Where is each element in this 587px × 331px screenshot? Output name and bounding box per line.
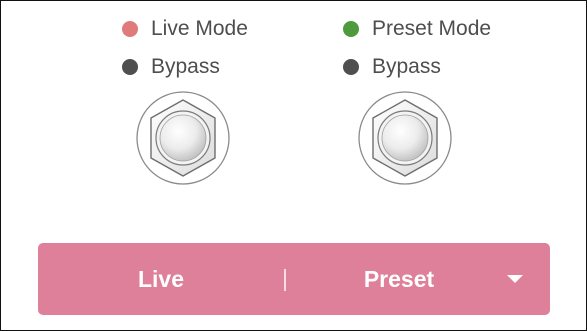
left-footswitch[interactable] xyxy=(135,90,231,186)
right-bypass-led-icon xyxy=(343,59,359,75)
footswitch-right-icon xyxy=(358,91,452,185)
left-bypass-indicator: Bypass xyxy=(122,55,220,79)
preset-mode-button[interactable]: Preset xyxy=(286,243,512,315)
preset-mode-led-icon xyxy=(343,21,359,37)
mode-selector-bar: Live Preset xyxy=(38,243,550,315)
caret-down-icon[interactable] xyxy=(507,275,523,283)
pedal-panel: Live Mode Bypass Preset Mode Bypass Live… xyxy=(0,0,587,331)
right-footswitch[interactable] xyxy=(357,90,453,186)
footswitch-left-icon xyxy=(136,91,230,185)
right-bypass-indicator: Bypass xyxy=(343,55,441,79)
preset-mode-label: Preset Mode xyxy=(372,17,492,40)
left-bypass-label: Bypass xyxy=(151,55,220,78)
left-bypass-led-icon xyxy=(122,59,138,75)
live-mode-label: Live Mode xyxy=(151,17,248,40)
right-bypass-label: Bypass xyxy=(372,55,441,78)
preset-mode-indicator: Preset Mode xyxy=(343,17,491,41)
live-mode-led-icon xyxy=(122,21,138,37)
live-mode-indicator: Live Mode xyxy=(122,17,248,41)
live-mode-button[interactable]: Live xyxy=(38,243,284,315)
